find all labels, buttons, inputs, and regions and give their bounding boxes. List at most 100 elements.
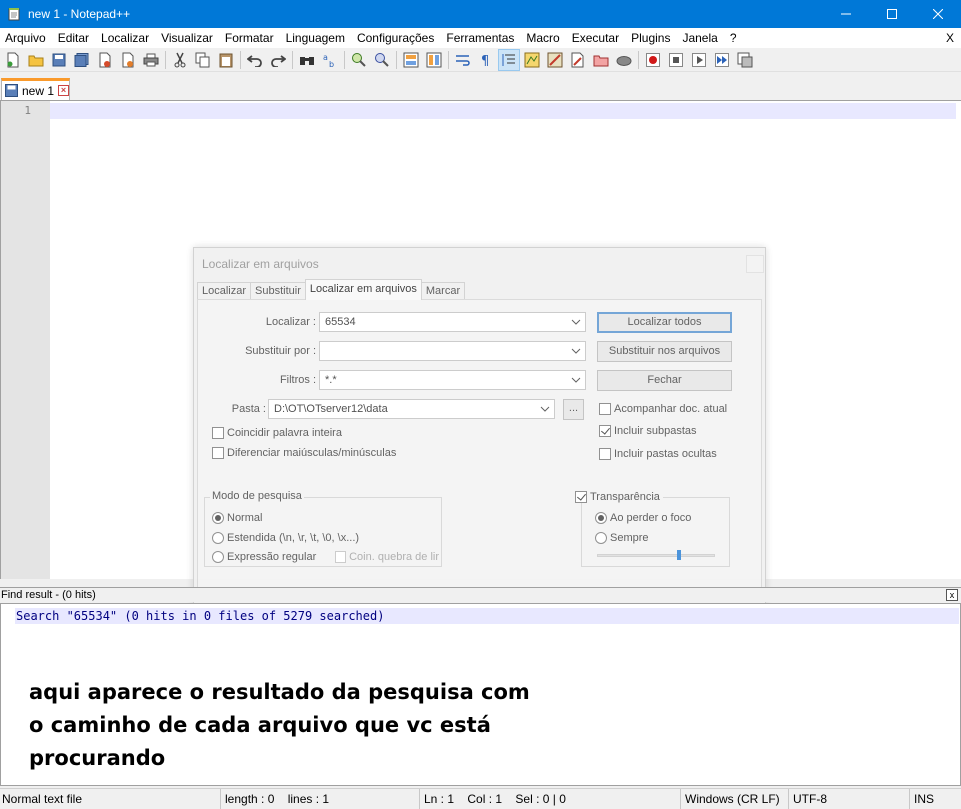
find-all-button[interactable]: Localizar todos — [597, 312, 732, 333]
macro-save-button[interactable] — [735, 50, 755, 70]
cut-button[interactable] — [170, 50, 190, 70]
status-encoding[interactable]: UTF-8 — [788, 789, 908, 809]
search-mode-normal-radio[interactable]: Normal — [212, 512, 262, 524]
menu-janela[interactable]: Janela — [677, 28, 724, 48]
menu-editar[interactable]: Editar — [53, 28, 96, 48]
tab-marcar[interactable]: Marcar — [420, 282, 466, 300]
whole-word-checkbox[interactable]: Coincidir palavra inteira — [212, 427, 342, 439]
filters-input[interactable]: *.* — [319, 370, 586, 390]
play-icon — [692, 52, 706, 67]
find-result-gutter — [1, 604, 15, 785]
close-file-button[interactable] — [95, 50, 115, 70]
menu-localizar[interactable]: Localizar — [96, 28, 156, 48]
close-window-button[interactable] — [915, 0, 961, 28]
document-map-icon — [524, 52, 540, 67]
transparency-checkbox[interactable]: Transparência — [575, 491, 663, 503]
menu-plugins[interactable]: Plugins — [626, 28, 677, 48]
replace-input[interactable] — [319, 341, 586, 361]
document-tab-bar: new 1 × — [0, 72, 961, 100]
tab-localizar[interactable]: Localizar — [197, 282, 252, 300]
status-eol[interactable]: Windows (CR LF) — [680, 789, 786, 809]
checkbox-box — [212, 447, 224, 459]
find-result-close-button[interactable]: x — [946, 589, 958, 601]
transparency-slider-track[interactable] — [597, 554, 715, 557]
status-position: Ln : 1 Col : 1 Sel : 0 | 0 — [419, 789, 677, 809]
folder-input[interactable]: D:\OT\OTserver12\data — [268, 399, 555, 419]
menu-linguagem[interactable]: Linguagem — [281, 28, 352, 48]
find-input[interactable]: 65534 — [319, 312, 586, 332]
find-button[interactable] — [297, 50, 317, 70]
replace-button[interactable]: ab — [320, 50, 340, 70]
status-sel: Sel : 0 | 0 — [515, 792, 566, 806]
print-button[interactable] — [141, 50, 161, 70]
match-case-checkbox[interactable]: Diferenciar maiúsculas/minúsculas — [212, 447, 396, 459]
status-insert-mode: INS — [909, 789, 961, 809]
transparency-group: Transparência Ao perder o foco Sempre — [575, 491, 730, 567]
menu-ferramentas[interactable]: Ferramentas — [441, 28, 521, 48]
close-dialog-button[interactable]: Fechar — [597, 370, 732, 391]
word-wrap-button[interactable] — [453, 50, 473, 70]
search-mode-regex-radio[interactable]: Expressão regular — [212, 551, 316, 563]
toolbar-separator — [344, 50, 345, 69]
macro-run-multiple-button[interactable] — [712, 50, 732, 70]
open-file-button[interactable] — [26, 50, 46, 70]
copy-button[interactable] — [193, 50, 213, 70]
tab-close-icon[interactable]: × — [58, 85, 70, 96]
indent-guide-button[interactable] — [498, 48, 520, 71]
transparency-slider-thumb[interactable] — [676, 550, 681, 560]
folder-open-icon — [593, 55, 609, 66]
undo-button[interactable] — [245, 50, 265, 70]
folder-workspace-button[interactable] — [568, 50, 588, 70]
menu-executar[interactable]: Executar — [567, 28, 626, 48]
dialog-close-button[interactable] — [746, 255, 764, 273]
menu-macro[interactable]: Macro — [521, 28, 566, 48]
doc-map-button[interactable] — [522, 50, 542, 70]
sync-vertical-button[interactable] — [401, 50, 421, 70]
tab-new-1[interactable]: new 1 × — [1, 78, 70, 100]
new-file-button[interactable] — [3, 50, 23, 70]
checkbox-label: Coin. quebra de lir — [349, 551, 439, 563]
include-subfolders-checkbox[interactable]: Incluir subpastas — [599, 425, 697, 437]
zoom-in-button[interactable] — [349, 50, 369, 70]
cloud-icon — [616, 55, 632, 66]
macro-stop-button[interactable] — [666, 50, 686, 70]
toolbar-separator — [240, 50, 241, 69]
save-button[interactable] — [49, 50, 69, 70]
search-summary-line[interactable]: Search "65534" (0 hits in 0 files of 527… — [15, 608, 959, 624]
macro-record-button[interactable] — [643, 50, 663, 70]
maximize-button[interactable] — [869, 0, 915, 28]
replace-in-files-button[interactable]: Substituir nos arquivos — [597, 341, 732, 362]
show-all-chars-button[interactable]: ¶ — [476, 50, 496, 70]
checkbox-label: Incluir pastas ocultas — [614, 448, 717, 460]
close-all-button[interactable] — [118, 50, 138, 70]
menu-formatar[interactable]: Formatar — [220, 28, 281, 48]
minimize-button[interactable] — [823, 0, 869, 28]
paste-button[interactable] — [216, 50, 236, 70]
zoom-out-button[interactable] — [372, 50, 392, 70]
save-all-button[interactable] — [72, 50, 92, 70]
transparency-on-lose-focus-radio[interactable]: Ao perder o foco — [595, 512, 691, 524]
menu-arquivo[interactable]: Arquivo — [0, 28, 53, 48]
menu-help[interactable]: ? — [725, 28, 744, 48]
follow-current-doc-checkbox[interactable]: Acompanhar doc. atual — [599, 403, 727, 415]
tab-localizar-em-arquivos[interactable]: Localizar em arquivos — [304, 279, 422, 300]
function-list-button[interactable] — [545, 50, 565, 70]
close-document-button[interactable]: X — [946, 28, 954, 48]
browse-folder-button[interactable]: ... — [563, 399, 584, 420]
tab-substituir[interactable]: Substituir — [250, 282, 306, 300]
toolbar-separator — [638, 50, 639, 69]
checkbox-box — [599, 448, 611, 460]
cloud-button[interactable] — [614, 50, 634, 70]
menu-configuracoes[interactable]: Configurações — [352, 28, 441, 48]
sync-horizontal-button[interactable] — [424, 50, 444, 70]
status-file-type: Normal text file — [2, 792, 83, 806]
transparency-always-radio[interactable]: Sempre — [595, 532, 649, 544]
annotation-text: aqui aparece o resultado da pesquisa com… — [29, 676, 589, 775]
radio-dot — [212, 551, 224, 563]
menu-visualizar[interactable]: Visualizar — [156, 28, 220, 48]
monitoring-button[interactable] — [591, 50, 611, 70]
search-mode-extended-radio[interactable]: Estendida (\n, \r, \t, \0, \x...) — [212, 532, 359, 544]
macro-play-button[interactable] — [689, 50, 709, 70]
include-hidden-folders-checkbox[interactable]: Incluir pastas ocultas — [599, 448, 717, 460]
redo-button[interactable] — [268, 50, 288, 70]
